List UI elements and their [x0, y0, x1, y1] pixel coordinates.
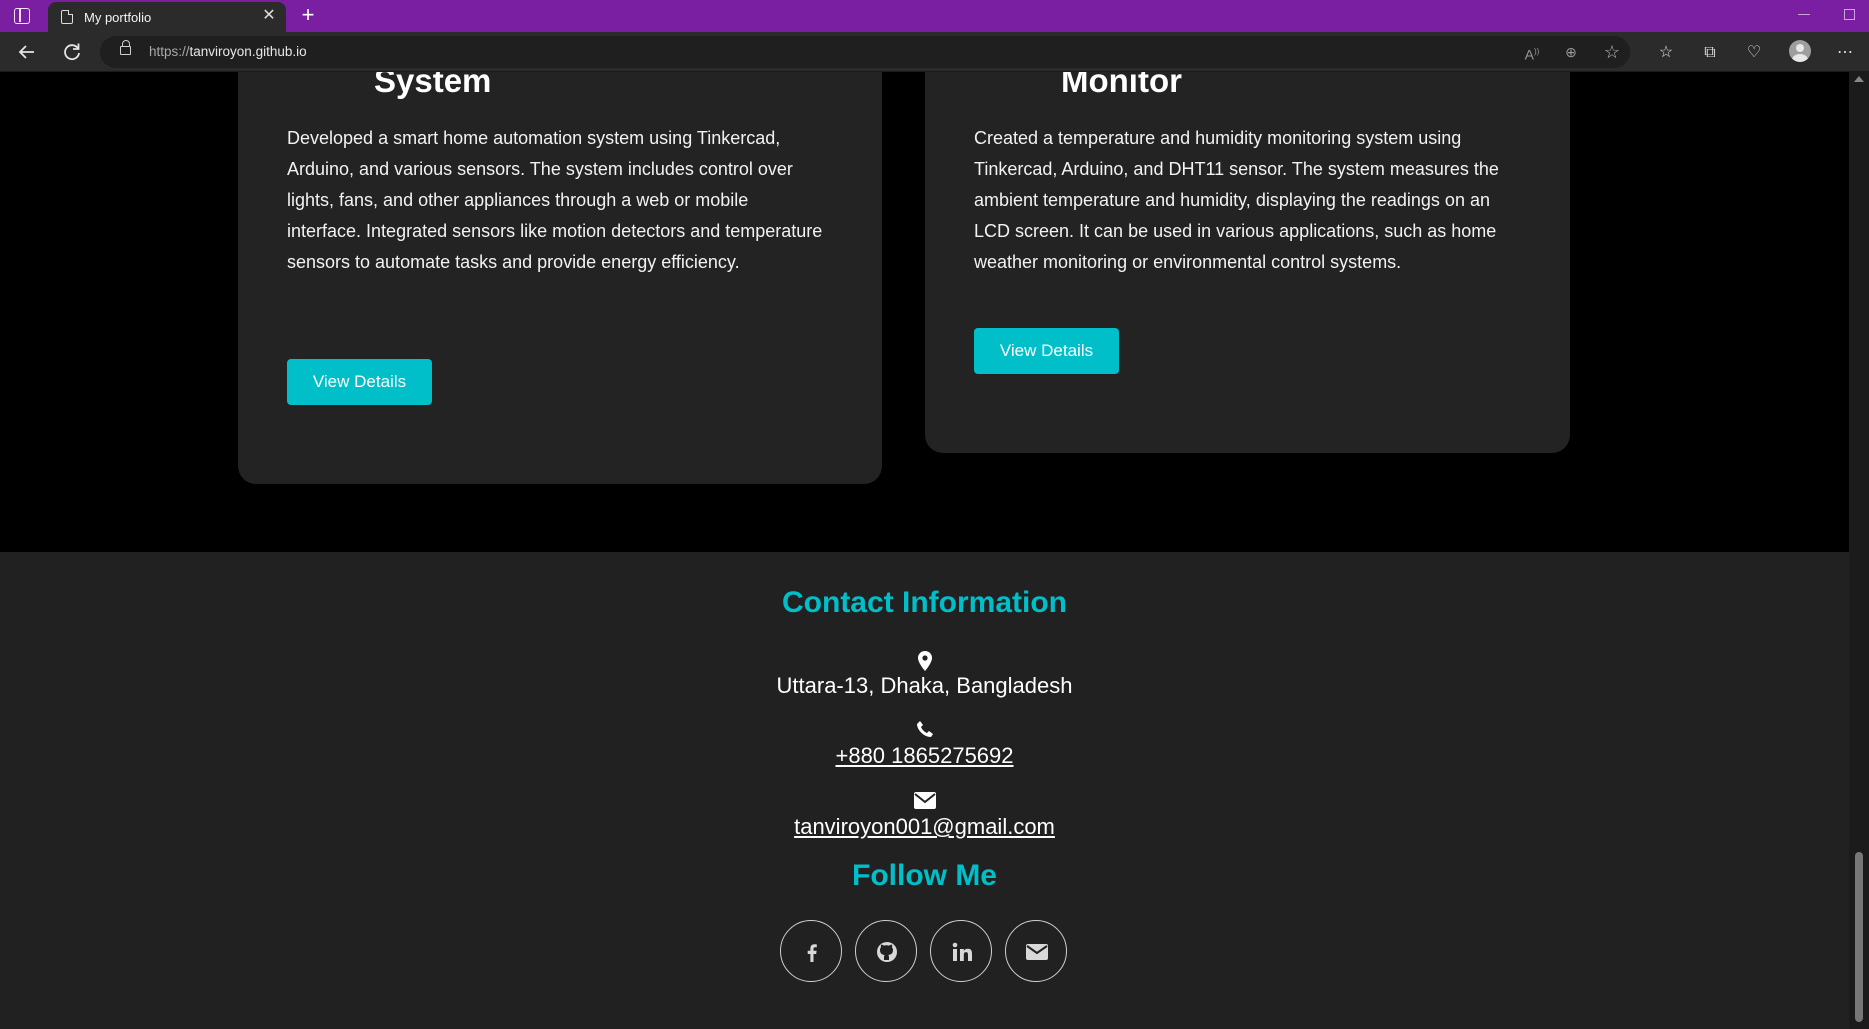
scrollbar-thumb[interactable] — [1855, 852, 1863, 1022]
contact-address: Uttara-13, Dhaka, Bangladesh — [776, 673, 1073, 698]
phone-icon — [0, 720, 1849, 744]
page-icon — [61, 9, 74, 24]
view-details-button[interactable]: View Details — [974, 328, 1119, 374]
tab-actions-icon[interactable] — [14, 8, 30, 24]
project-title: Monitor — [1061, 72, 1182, 99]
refresh-icon — [64, 43, 80, 61]
facebook-icon — [807, 944, 817, 962]
zoom-icon[interactable]: ⊕ — [1561, 42, 1581, 62]
project-title: System — [374, 72, 492, 99]
profile-avatar[interactable] — [1789, 40, 1811, 62]
email-link[interactable] — [1005, 920, 1067, 982]
more-menu-icon[interactable]: ⋯ — [1834, 42, 1856, 64]
project-card-smart-home: System Developed a smart home automation… — [238, 72, 882, 484]
page-viewport: System Developed a smart home automation… — [0, 72, 1849, 1029]
back-arrow-icon — [18, 45, 34, 59]
location-icon — [0, 650, 1849, 674]
github-icon — [877, 942, 897, 962]
contact-heading: Contact Information — [782, 586, 1067, 619]
browser-titlebar: My portfolio ✕ + — [0, 0, 1869, 32]
browser-toolbar: https://tanviroyon.github.io A)) ⊕ ☆ ☆ ⧉… — [0, 32, 1869, 72]
follow-heading: Follow Me — [852, 859, 997, 892]
favorites-icon[interactable]: ☆ — [1655, 42, 1677, 64]
restore-window-button[interactable] — [1844, 9, 1855, 20]
contact-footer — [0, 552, 1849, 1029]
linkedin-link[interactable] — [930, 920, 992, 982]
linkedin-icon — [952, 942, 972, 961]
browser-essentials-icon[interactable]: ♡ — [1743, 42, 1765, 64]
lock-icon[interactable] — [120, 40, 131, 55]
github-link[interactable] — [855, 920, 917, 982]
favorite-star-icon[interactable]: ☆ — [1602, 42, 1622, 62]
collections-icon[interactable]: ⧉ — [1699, 42, 1721, 64]
close-tab-icon[interactable]: ✕ — [260, 7, 278, 25]
back-button[interactable] — [13, 38, 41, 66]
project-description: Developed a smart home automation system… — [287, 128, 823, 272]
new-tab-button[interactable]: + — [296, 3, 320, 27]
contact-phone-link[interactable]: +880 1865275692 — [0, 743, 1849, 769]
page-scrollbar[interactable] — [1849, 72, 1869, 1029]
project-description: Created a temperature and humidity monit… — [974, 128, 1499, 272]
scroll-up-arrow-icon[interactable] — [1854, 76, 1864, 82]
contact-email-link[interactable]: tanviroyon001@gmail.com — [0, 814, 1849, 840]
envelope-icon — [0, 792, 1849, 816]
view-details-button[interactable]: View Details — [287, 359, 432, 405]
minimize-window-button[interactable] — [1798, 14, 1810, 15]
address-bar[interactable]: https://tanviroyon.github.io A)) ⊕ ☆ — [100, 36, 1630, 68]
project-card-temp-monitor: Monitor Created a temperature and humidi… — [925, 72, 1570, 453]
facebook-link[interactable] — [780, 920, 842, 982]
url-text[interactable]: https://tanviroyon.github.io — [149, 44, 307, 59]
read-aloud-icon[interactable]: A)) — [1522, 42, 1542, 63]
tab-title: My portfolio — [84, 10, 152, 25]
email-icon — [1026, 944, 1048, 960]
browser-tab[interactable]: My portfolio ✕ — [48, 2, 286, 32]
refresh-button[interactable] — [58, 38, 86, 66]
